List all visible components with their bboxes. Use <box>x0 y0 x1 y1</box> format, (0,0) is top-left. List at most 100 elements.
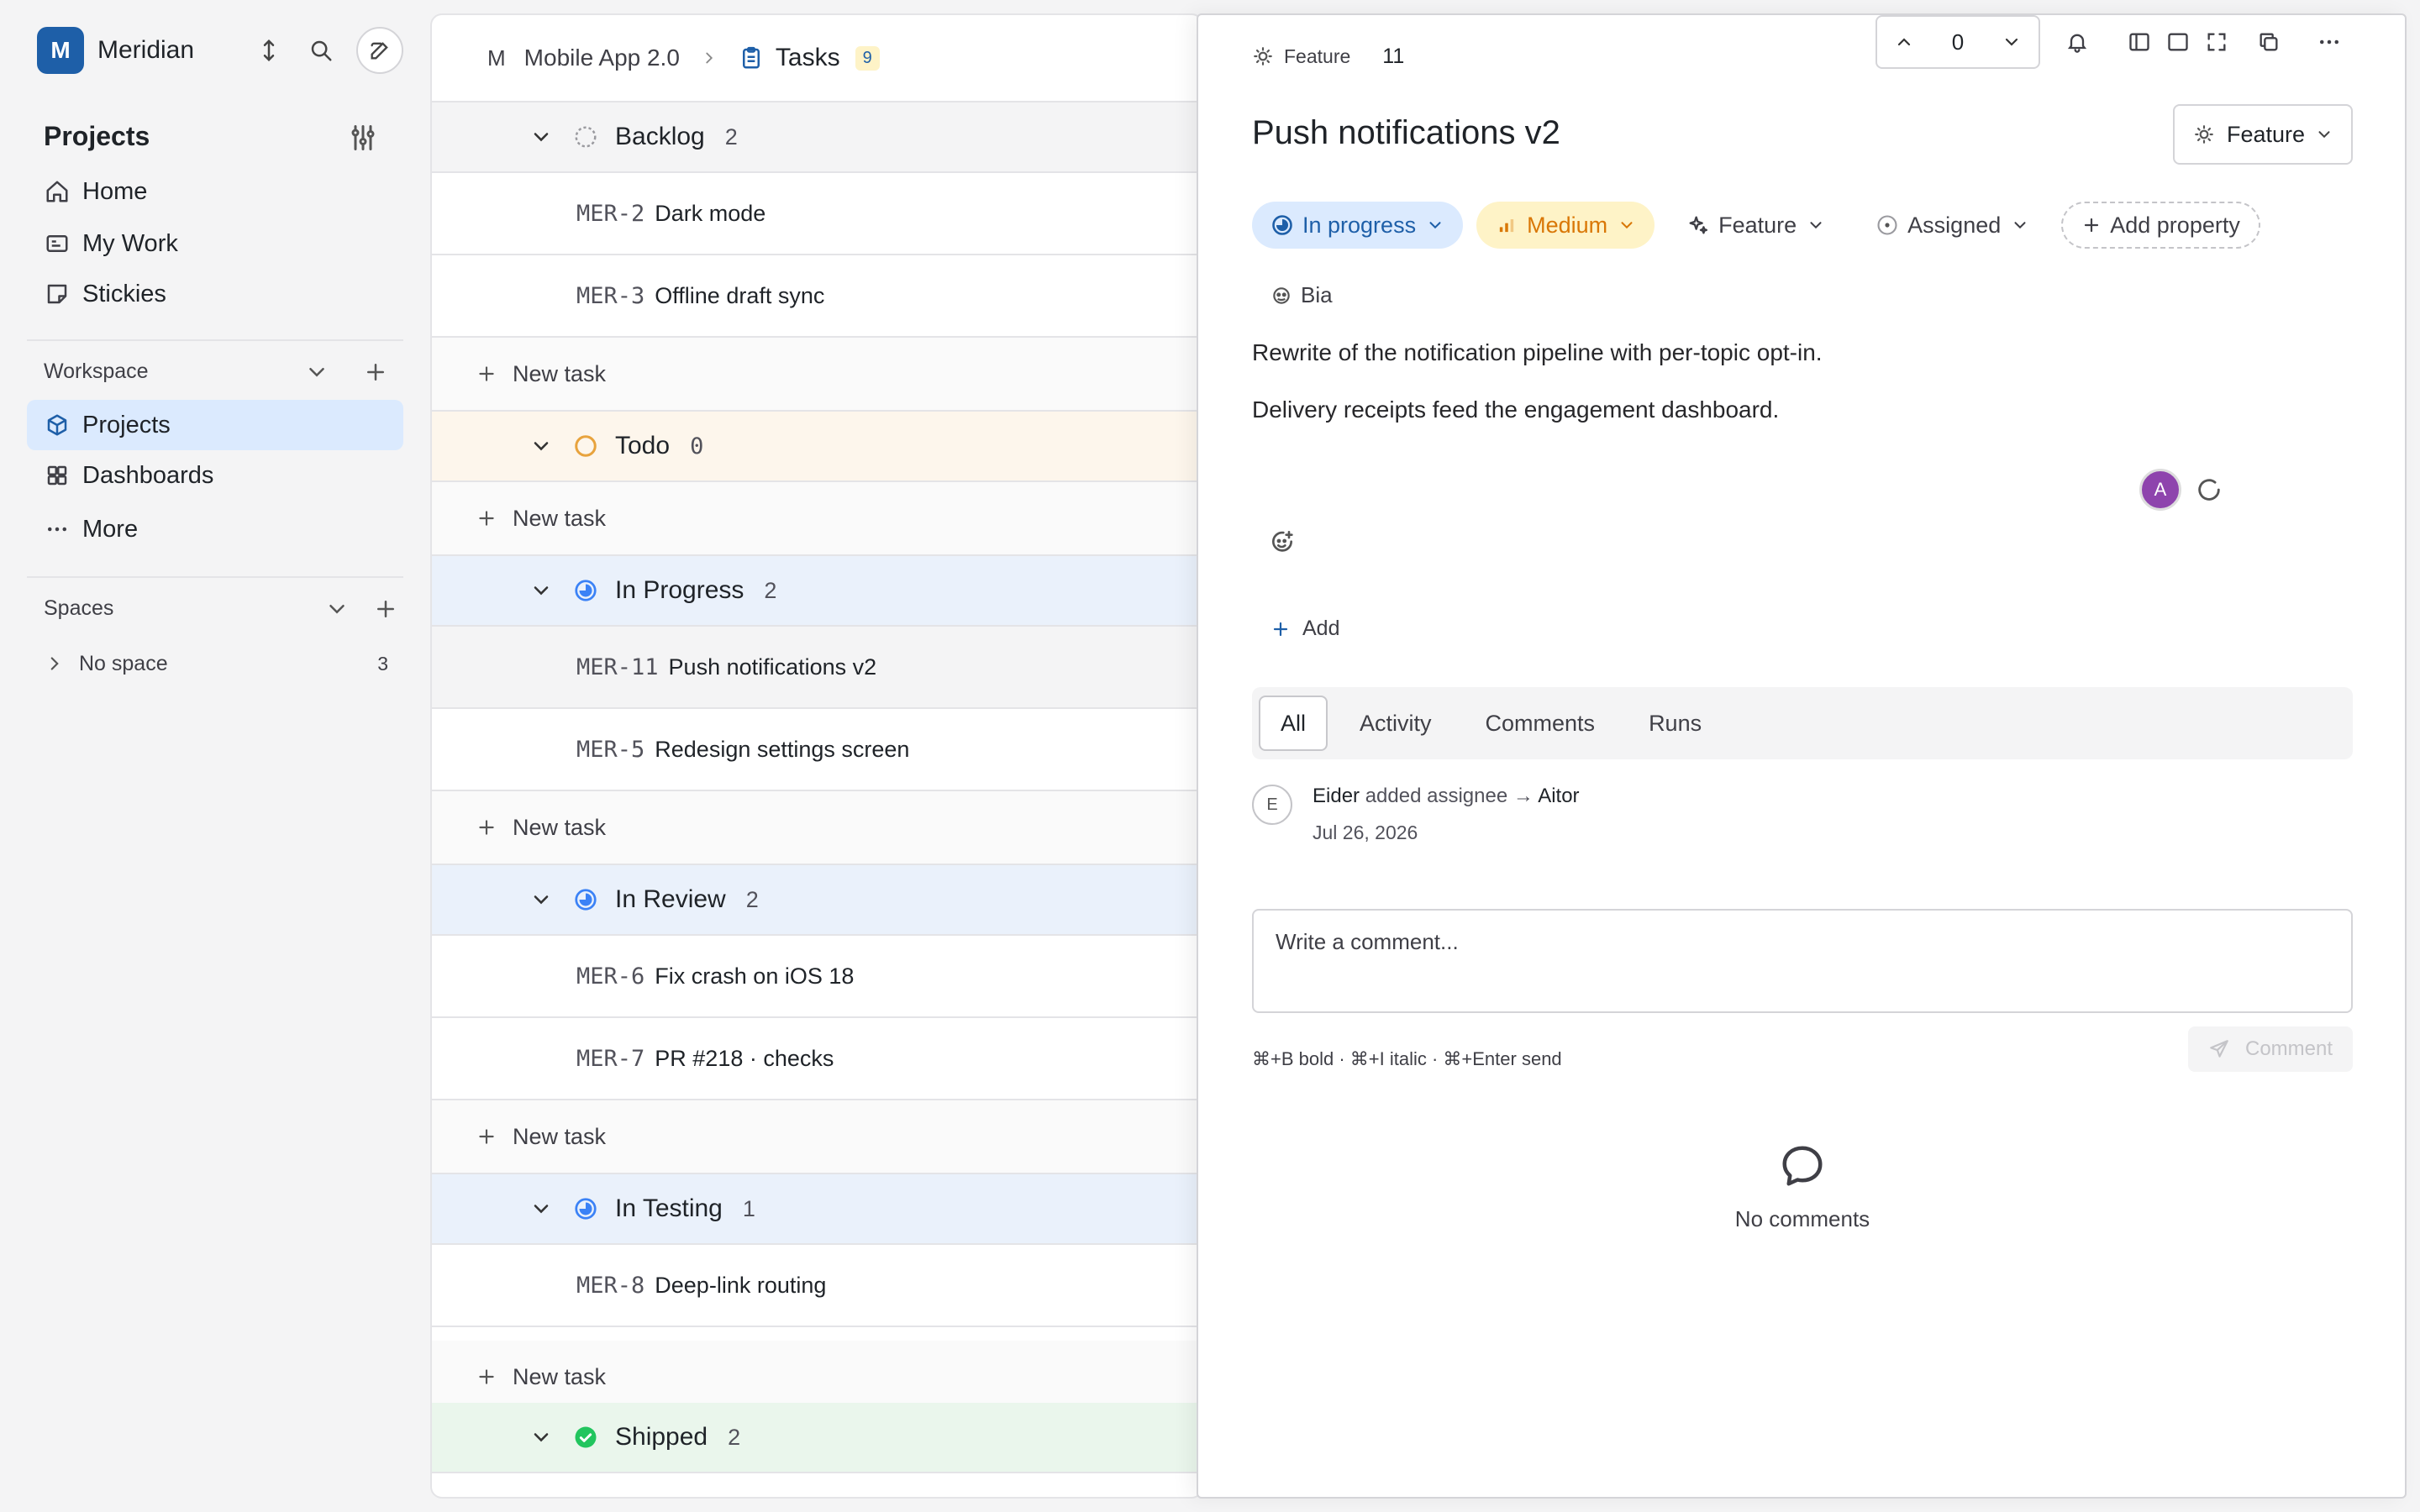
chevron-down-icon[interactable] <box>304 360 329 385</box>
space-item-no-space[interactable]: No space 3 <box>44 647 388 680</box>
add-workspace-item-icon[interactable] <box>363 360 388 385</box>
workspace-name[interactable]: Meridian <box>97 36 194 65</box>
new-task-button[interactable]: New task <box>432 1100 1202 1174</box>
chevron-down-icon[interactable] <box>2002 32 2022 52</box>
new-task-button[interactable]: New task <box>432 482 1202 556</box>
group-header-in-review[interactable]: In Review 2 <box>432 865 1202 936</box>
breadcrumb-project[interactable]: Mobile App 2.0 <box>524 45 680 71</box>
comment-button-label: Comment <box>2244 1037 2333 1060</box>
chevron-down-icon[interactable] <box>529 579 553 602</box>
chevron-down-icon <box>2315 125 2333 144</box>
task-row[interactable]: MER-2 Dark mode <box>432 173 1202 255</box>
in-testing-status-icon <box>573 1196 598 1221</box>
clipboard-icon <box>739 45 764 71</box>
search-icon[interactable] <box>304 34 338 67</box>
sidebar-item-my-work[interactable]: My Work <box>27 218 403 269</box>
group-header-backlog[interactable]: Backlog 2 <box>432 102 1202 173</box>
avatar[interactable]: A <box>2139 469 2181 511</box>
task-row[interactable]: MER-7 PR #218 · checks <box>432 1018 1202 1100</box>
add-reaction-icon[interactable] <box>1269 529 1296 556</box>
filter-icon[interactable] <box>348 123 378 153</box>
group-header-todo[interactable]: Todo 0 <box>432 412 1202 482</box>
chevron-up-icon[interactable] <box>1894 32 1914 52</box>
detail-header: Feature 11 <box>1252 32 1404 81</box>
tab-runs[interactable]: Runs <box>1627 696 1723 751</box>
bell-icon[interactable] <box>2060 25 2094 59</box>
chevron-down-icon[interactable] <box>529 888 553 911</box>
compose-button[interactable] <box>356 27 403 74</box>
task-row[interactable]: MER-6 Fix crash on iOS 18 <box>432 936 1202 1018</box>
sidebar-item-label: More <box>82 515 139 543</box>
task-navigation-stepper[interactable]: 0 <box>1876 15 2040 69</box>
priority-property[interactable]: Medium <box>1476 202 1655 249</box>
plus-icon <box>476 1126 497 1147</box>
panel-layout-icon[interactable] <box>2161 25 2195 59</box>
new-task-button[interactable]: New task <box>432 338 1202 412</box>
group-header-in-testing[interactable]: In Testing 1 <box>432 1174 1202 1245</box>
sidebar-item-projects[interactable]: Projects <box>27 400 403 450</box>
chevron-down-icon[interactable] <box>529 434 553 458</box>
stepper-value: 0 <box>1951 29 1965 55</box>
add-property-button[interactable]: Add property <box>2061 202 2260 249</box>
more-options-icon[interactable] <box>2312 25 2346 59</box>
assigned-status-icon <box>1876 213 1899 237</box>
tab-comments[interactable]: Comments <box>1464 696 1618 751</box>
sidebar-item-label: Dashboards <box>82 461 214 489</box>
comment-submit-button[interactable]: Comment <box>2188 1026 2353 1072</box>
type-dropdown-button[interactable]: Feature <box>2173 104 2353 165</box>
status-property[interactable]: In progress <box>1252 202 1464 249</box>
group-header-in-progress[interactable]: In Progress 2 <box>432 556 1202 627</box>
type-property[interactable]: Feature <box>1668 202 1844 249</box>
new-task-button[interactable]: New task <box>432 791 1202 865</box>
type-button-label: Feature <box>2227 121 2306 147</box>
sidebar-section-title: Projects <box>44 121 150 151</box>
sidebar-item-label: My Work <box>82 229 178 257</box>
assigned-property[interactable]: Assigned <box>1857 202 2048 249</box>
add-space-icon[interactable] <box>373 596 398 622</box>
chevron-down-icon[interactable] <box>529 125 553 149</box>
todo-status-icon <box>573 433 598 459</box>
group-count: 2 <box>764 577 777 603</box>
task-title: Deep-link routing <box>655 1272 827 1298</box>
in-progress-status-icon <box>1270 213 1294 237</box>
sort-icon[interactable] <box>252 34 286 67</box>
chevron-down-icon[interactable] <box>324 596 350 622</box>
detail-toolbar <box>2060 25 2094 59</box>
chevron-right-icon <box>700 49 718 67</box>
task-row[interactable]: MER-5 Redesign settings screen <box>432 709 1202 791</box>
expand-icon[interactable] <box>2200 25 2233 59</box>
task-row[interactable]: MER-11 Push notifications v2 <box>432 627 1202 709</box>
task-number: 11 <box>1382 44 1405 68</box>
description-line[interactable]: Rewrite of the notification pipeline wit… <box>1252 339 1823 366</box>
chevron-down-icon[interactable] <box>529 1197 553 1221</box>
description-line[interactable]: Delivery receipts feed the engagement da… <box>1252 396 1779 423</box>
comment-input[interactable]: Write a comment... <box>1252 909 2353 1013</box>
group-header-shipped[interactable]: Shipped 2 <box>432 1403 1202 1473</box>
activity-entry: E Eider added assignee → Aitor Jul 26, 2… <box>1252 785 1580 844</box>
tab-activity[interactable]: Activity <box>1338 696 1454 751</box>
sidebar-item-more[interactable]: More <box>27 504 403 554</box>
tab-all[interactable]: All <box>1259 696 1328 751</box>
lightbulb-icon <box>2193 123 2215 145</box>
workspace-logo[interactable]: M <box>37 27 84 74</box>
sidebar-item-home[interactable]: Home <box>27 166 403 217</box>
sidebar-item-dashboards[interactable]: Dashboards <box>27 450 403 501</box>
breadcrumb-page[interactable]: Tasks <box>776 44 840 72</box>
copy-toolbar <box>2252 25 2286 59</box>
space-label: No space <box>79 651 168 675</box>
new-task-label: New task <box>513 505 607 531</box>
add-button[interactable]: Add <box>1270 617 1339 641</box>
backlog-status-icon <box>573 124 598 150</box>
divider <box>27 576 403 578</box>
assignee-chip[interactable]: Bia <box>1270 282 1333 308</box>
group-count: 2 <box>745 886 759 912</box>
priority-value: Medium <box>1527 212 1608 238</box>
chevron-down-icon[interactable] <box>529 1425 553 1449</box>
task-row[interactable]: MER-8 Deep-link routing <box>432 1245 1202 1327</box>
copy-icon[interactable] <box>2252 25 2286 59</box>
sidebar-item-stickies[interactable]: Stickies <box>27 269 403 319</box>
task-row[interactable]: MER-3 Offline draft sync <box>432 255 1202 338</box>
task-title[interactable]: Push notifications v2 <box>1252 114 1560 152</box>
sidebar-layout-icon[interactable] <box>2123 25 2156 59</box>
chevron-down-icon <box>1426 216 1444 234</box>
